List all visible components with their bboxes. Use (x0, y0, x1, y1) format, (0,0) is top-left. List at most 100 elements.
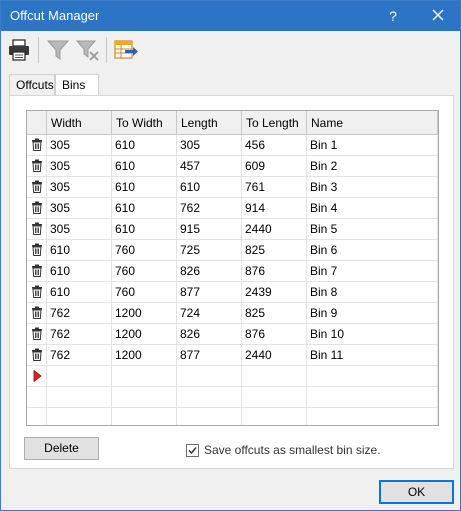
delete-row-button[interactable] (27, 324, 47, 345)
empty-cell[interactable] (242, 366, 307, 387)
delete-row-button[interactable] (27, 177, 47, 198)
table-row[interactable]: 610 760 826 876 Bin 7 (27, 261, 438, 282)
delete-row-button[interactable] (27, 282, 47, 303)
cell-to-width[interactable]: 610 (112, 156, 177, 177)
cell-name[interactable]: Bin 5 (307, 219, 438, 240)
help-button[interactable]: ? (381, 6, 405, 26)
table-row[interactable]: 762 1200 877 2440 Bin 11 (27, 345, 438, 366)
cell-to-length[interactable]: 2440 (242, 219, 307, 240)
print-button[interactable] (6, 37, 32, 63)
cell-to-length[interactable]: 876 (242, 261, 307, 282)
cell-width[interactable]: 305 (47, 135, 112, 156)
table-row[interactable]: 305 610 457 609 Bin 2 (27, 156, 438, 177)
cell-length[interactable]: 915 (177, 219, 242, 240)
cell-name[interactable]: Bin 6 (307, 240, 438, 261)
cell-to-width[interactable]: 1200 (112, 324, 177, 345)
delete-row-button[interactable] (27, 156, 47, 177)
cell-to-width[interactable]: 610 (112, 198, 177, 219)
cell-length[interactable]: 762 (177, 198, 242, 219)
bins-grid[interactable]: Width To Width Length To Length Name 305… (26, 110, 439, 426)
cell-width[interactable]: 305 (47, 177, 112, 198)
cell-length[interactable]: 610 (177, 177, 242, 198)
cell-name[interactable]: Bin 8 (307, 282, 438, 303)
column-header-to-width[interactable]: To Width (112, 111, 177, 135)
table-row[interactable]: 305 610 305 456 Bin 1 (27, 135, 438, 156)
cell-name[interactable]: Bin 11 (307, 345, 438, 366)
cell-to-length[interactable]: 825 (242, 303, 307, 324)
cell-name[interactable]: Bin 2 (307, 156, 438, 177)
cell-to-width[interactable]: 610 (112, 135, 177, 156)
cell-length[interactable]: 725 (177, 240, 242, 261)
table-row[interactable]: 305 610 610 761 Bin 3 (27, 177, 438, 198)
cell-to-width[interactable]: 760 (112, 261, 177, 282)
delete-row-button[interactable] (27, 219, 47, 240)
cell-width[interactable]: 762 (47, 303, 112, 324)
new-row[interactable] (27, 366, 438, 387)
cell-name[interactable]: Bin 7 (307, 261, 438, 282)
cell-name[interactable]: Bin 10 (307, 324, 438, 345)
cell-length[interactable]: 826 (177, 261, 242, 282)
column-header-to-length[interactable]: To Length (242, 111, 307, 135)
cell-width[interactable]: 610 (47, 261, 112, 282)
cell-to-length[interactable]: 914 (242, 198, 307, 219)
delete-row-button[interactable] (27, 198, 47, 219)
delete-row-button[interactable] (27, 240, 47, 261)
tab-bins[interactable]: Bins (55, 74, 99, 96)
cell-to-width[interactable]: 1200 (112, 303, 177, 324)
ok-button[interactable]: OK (379, 480, 454, 504)
cell-to-length[interactable]: 456 (242, 135, 307, 156)
filter-button[interactable] (45, 37, 71, 63)
cell-width[interactable]: 305 (47, 156, 112, 177)
cell-length[interactable]: 826 (177, 324, 242, 345)
tab-offcuts[interactable]: Offcuts (9, 74, 55, 95)
cell-length[interactable]: 457 (177, 156, 242, 177)
cell-length[interactable]: 305 (177, 135, 242, 156)
cell-name[interactable]: Bin 1 (307, 135, 438, 156)
cell-width[interactable]: 305 (47, 219, 112, 240)
table-row[interactable]: 762 1200 724 825 Bin 9 (27, 303, 438, 324)
table-row[interactable]: 762 1200 826 876 Bin 10 (27, 324, 438, 345)
cell-to-width[interactable]: 760 (112, 240, 177, 261)
empty-cell[interactable] (112, 366, 177, 387)
cell-to-length[interactable]: 876 (242, 324, 307, 345)
cell-to-width[interactable]: 610 (112, 219, 177, 240)
empty-cell[interactable] (177, 366, 242, 387)
cell-width[interactable]: 610 (47, 240, 112, 261)
cell-to-length[interactable]: 2440 (242, 345, 307, 366)
cell-width[interactable]: 762 (47, 345, 112, 366)
empty-cell[interactable] (47, 366, 112, 387)
column-header-length[interactable]: Length (177, 111, 242, 135)
cell-to-length[interactable]: 825 (242, 240, 307, 261)
delete-row-button[interactable] (27, 261, 47, 282)
table-row[interactable]: 305 610 762 914 Bin 4 (27, 198, 438, 219)
empty-cell[interactable] (307, 366, 438, 387)
cell-width[interactable]: 610 (47, 282, 112, 303)
delete-row-button[interactable] (27, 345, 47, 366)
table-row[interactable]: 610 760 725 825 Bin 6 (27, 240, 438, 261)
column-header-name[interactable]: Name (307, 111, 438, 135)
cell-to-width[interactable]: 1200 (112, 345, 177, 366)
delete-row-button[interactable] (27, 135, 47, 156)
cell-length[interactable]: 877 (177, 345, 242, 366)
cell-to-length[interactable]: 761 (242, 177, 307, 198)
cell-name[interactable]: Bin 9 (307, 303, 438, 324)
delete-row-button[interactable] (27, 303, 47, 324)
column-header-width[interactable]: Width (47, 111, 112, 135)
cell-to-width[interactable]: 610 (112, 177, 177, 198)
cell-to-length[interactable]: 609 (242, 156, 307, 177)
cell-width[interactable]: 305 (47, 198, 112, 219)
clear-filter-button[interactable] (75, 37, 101, 63)
cell-to-width[interactable]: 760 (112, 282, 177, 303)
cell-to-length[interactable]: 2439 (242, 282, 307, 303)
table-row[interactable]: 610 760 877 2439 Bin 8 (27, 282, 438, 303)
cell-length[interactable]: 724 (177, 303, 242, 324)
delete-button[interactable]: Delete (24, 437, 99, 460)
cell-name[interactable]: Bin 3 (307, 177, 438, 198)
cell-name[interactable]: Bin 4 (307, 198, 438, 219)
save-offcuts-checkbox[interactable] (186, 444, 199, 457)
cell-width[interactable]: 762 (47, 324, 112, 345)
cell-length[interactable]: 877 (177, 282, 242, 303)
close-button[interactable] (425, 6, 451, 26)
export-button[interactable] (113, 37, 139, 63)
table-row[interactable]: 305 610 915 2440 Bin 5 (27, 219, 438, 240)
